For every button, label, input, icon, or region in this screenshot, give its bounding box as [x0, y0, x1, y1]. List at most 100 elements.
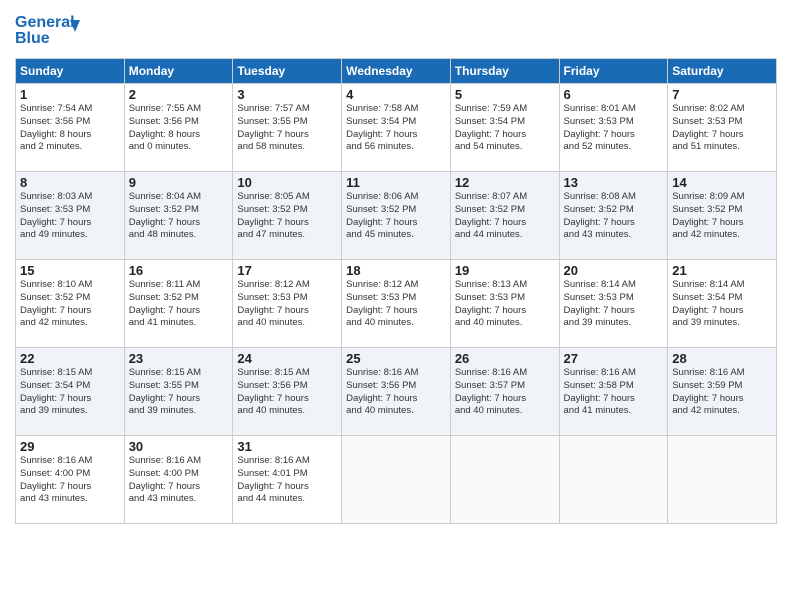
day-number: 22 [20, 351, 120, 366]
calendar-week-3: 15Sunrise: 8:10 AM Sunset: 3:52 PM Dayli… [16, 260, 777, 348]
calendar-cell: 17Sunrise: 8:12 AM Sunset: 3:53 PM Dayli… [233, 260, 342, 348]
calendar-cell: 7Sunrise: 8:02 AM Sunset: 3:53 PM Daylig… [668, 84, 777, 172]
calendar-cell: 31Sunrise: 8:16 AM Sunset: 4:01 PM Dayli… [233, 436, 342, 524]
day-info: Sunrise: 8:01 AM Sunset: 3:53 PM Dayligh… [564, 103, 664, 154]
calendar-cell: 10Sunrise: 8:05 AM Sunset: 3:52 PM Dayli… [233, 172, 342, 260]
calendar-cell: 15Sunrise: 8:10 AM Sunset: 3:52 PM Dayli… [16, 260, 125, 348]
day-info: Sunrise: 8:13 AM Sunset: 3:53 PM Dayligh… [455, 279, 555, 330]
day-number: 3 [237, 87, 337, 102]
header: GeneralBlue [15, 10, 777, 50]
calendar-cell: 18Sunrise: 8:12 AM Sunset: 3:53 PM Dayli… [342, 260, 451, 348]
calendar-cell [342, 436, 451, 524]
header-saturday: Saturday [668, 59, 777, 84]
calendar-cell [450, 436, 559, 524]
day-info: Sunrise: 8:16 AM Sunset: 4:00 PM Dayligh… [20, 455, 120, 506]
logo-icon: GeneralBlue [15, 10, 85, 50]
day-number: 20 [564, 263, 664, 278]
day-number: 4 [346, 87, 446, 102]
day-number: 28 [672, 351, 772, 366]
calendar-cell: 22Sunrise: 8:15 AM Sunset: 3:54 PM Dayli… [16, 348, 125, 436]
calendar-cell: 14Sunrise: 8:09 AM Sunset: 3:52 PM Dayli… [668, 172, 777, 260]
calendar-cell: 26Sunrise: 8:16 AM Sunset: 3:57 PM Dayli… [450, 348, 559, 436]
day-number: 18 [346, 263, 446, 278]
calendar-cell: 4Sunrise: 7:58 AM Sunset: 3:54 PM Daylig… [342, 84, 451, 172]
day-info: Sunrise: 7:59 AM Sunset: 3:54 PM Dayligh… [455, 103, 555, 154]
day-info: Sunrise: 8:12 AM Sunset: 3:53 PM Dayligh… [346, 279, 446, 330]
day-info: Sunrise: 8:15 AM Sunset: 3:54 PM Dayligh… [20, 367, 120, 418]
day-info: Sunrise: 8:14 AM Sunset: 3:53 PM Dayligh… [564, 279, 664, 330]
day-number: 25 [346, 351, 446, 366]
header-friday: Friday [559, 59, 668, 84]
calendar-cell: 9Sunrise: 8:04 AM Sunset: 3:52 PM Daylig… [124, 172, 233, 260]
day-info: Sunrise: 8:09 AM Sunset: 3:52 PM Dayligh… [672, 191, 772, 242]
day-info: Sunrise: 8:11 AM Sunset: 3:52 PM Dayligh… [129, 279, 229, 330]
calendar-cell: 3Sunrise: 7:57 AM Sunset: 3:55 PM Daylig… [233, 84, 342, 172]
calendar-cell: 13Sunrise: 8:08 AM Sunset: 3:52 PM Dayli… [559, 172, 668, 260]
day-info: Sunrise: 8:16 AM Sunset: 3:56 PM Dayligh… [346, 367, 446, 418]
calendar-cell: 16Sunrise: 8:11 AM Sunset: 3:52 PM Dayli… [124, 260, 233, 348]
calendar-cell: 27Sunrise: 8:16 AM Sunset: 3:58 PM Dayli… [559, 348, 668, 436]
calendar-cell: 28Sunrise: 8:16 AM Sunset: 3:59 PM Dayli… [668, 348, 777, 436]
svg-text:Blue: Blue [15, 30, 50, 47]
calendar-cell: 20Sunrise: 8:14 AM Sunset: 3:53 PM Dayli… [559, 260, 668, 348]
day-number: 29 [20, 439, 120, 454]
day-info: Sunrise: 8:03 AM Sunset: 3:53 PM Dayligh… [20, 191, 120, 242]
day-number: 27 [564, 351, 664, 366]
header-sunday: Sunday [16, 59, 125, 84]
day-info: Sunrise: 8:07 AM Sunset: 3:52 PM Dayligh… [455, 191, 555, 242]
day-info: Sunrise: 7:54 AM Sunset: 3:56 PM Dayligh… [20, 103, 120, 154]
day-number: 7 [672, 87, 772, 102]
day-info: Sunrise: 8:16 AM Sunset: 4:00 PM Dayligh… [129, 455, 229, 506]
calendar-cell: 23Sunrise: 8:15 AM Sunset: 3:55 PM Dayli… [124, 348, 233, 436]
day-number: 11 [346, 175, 446, 190]
header-thursday: Thursday [450, 59, 559, 84]
day-number: 12 [455, 175, 555, 190]
day-info: Sunrise: 8:16 AM Sunset: 3:58 PM Dayligh… [564, 367, 664, 418]
day-number: 5 [455, 87, 555, 102]
calendar-cell [559, 436, 668, 524]
day-number: 17 [237, 263, 337, 278]
calendar-header-row: SundayMondayTuesdayWednesdayThursdayFrid… [16, 59, 777, 84]
day-info: Sunrise: 8:05 AM Sunset: 3:52 PM Dayligh… [237, 191, 337, 242]
calendar-cell: 1Sunrise: 7:54 AM Sunset: 3:56 PM Daylig… [16, 84, 125, 172]
day-info: Sunrise: 8:12 AM Sunset: 3:53 PM Dayligh… [237, 279, 337, 330]
day-info: Sunrise: 7:58 AM Sunset: 3:54 PM Dayligh… [346, 103, 446, 154]
logo: GeneralBlue [15, 10, 85, 50]
day-number: 14 [672, 175, 772, 190]
calendar-cell: 5Sunrise: 7:59 AM Sunset: 3:54 PM Daylig… [450, 84, 559, 172]
day-info: Sunrise: 8:16 AM Sunset: 4:01 PM Dayligh… [237, 455, 337, 506]
calendar-table: SundayMondayTuesdayWednesdayThursdayFrid… [15, 58, 777, 524]
day-number: 1 [20, 87, 120, 102]
day-info: Sunrise: 8:04 AM Sunset: 3:52 PM Dayligh… [129, 191, 229, 242]
day-number: 10 [237, 175, 337, 190]
day-number: 8 [20, 175, 120, 190]
day-info: Sunrise: 7:57 AM Sunset: 3:55 PM Dayligh… [237, 103, 337, 154]
day-number: 23 [129, 351, 229, 366]
calendar-week-5: 29Sunrise: 8:16 AM Sunset: 4:00 PM Dayli… [16, 436, 777, 524]
day-info: Sunrise: 8:15 AM Sunset: 3:55 PM Dayligh… [129, 367, 229, 418]
day-info: Sunrise: 8:02 AM Sunset: 3:53 PM Dayligh… [672, 103, 772, 154]
header-monday: Monday [124, 59, 233, 84]
day-number: 21 [672, 263, 772, 278]
day-number: 15 [20, 263, 120, 278]
day-info: Sunrise: 8:16 AM Sunset: 3:57 PM Dayligh… [455, 367, 555, 418]
calendar-cell: 21Sunrise: 8:14 AM Sunset: 3:54 PM Dayli… [668, 260, 777, 348]
calendar-cell: 29Sunrise: 8:16 AM Sunset: 4:00 PM Dayli… [16, 436, 125, 524]
calendar-week-4: 22Sunrise: 8:15 AM Sunset: 3:54 PM Dayli… [16, 348, 777, 436]
day-info: Sunrise: 8:10 AM Sunset: 3:52 PM Dayligh… [20, 279, 120, 330]
day-number: 24 [237, 351, 337, 366]
calendar-week-1: 1Sunrise: 7:54 AM Sunset: 3:56 PM Daylig… [16, 84, 777, 172]
day-info: Sunrise: 8:06 AM Sunset: 3:52 PM Dayligh… [346, 191, 446, 242]
calendar-cell [668, 436, 777, 524]
day-number: 16 [129, 263, 229, 278]
calendar-cell: 25Sunrise: 8:16 AM Sunset: 3:56 PM Dayli… [342, 348, 451, 436]
calendar-week-2: 8Sunrise: 8:03 AM Sunset: 3:53 PM Daylig… [16, 172, 777, 260]
svg-text:General: General [15, 14, 75, 31]
calendar-page: GeneralBlue SundayMondayTuesdayWednesday… [0, 0, 792, 612]
calendar-cell: 19Sunrise: 8:13 AM Sunset: 3:53 PM Dayli… [450, 260, 559, 348]
calendar-cell: 12Sunrise: 8:07 AM Sunset: 3:52 PM Dayli… [450, 172, 559, 260]
calendar-cell: 11Sunrise: 8:06 AM Sunset: 3:52 PM Dayli… [342, 172, 451, 260]
day-number: 30 [129, 439, 229, 454]
day-number: 2 [129, 87, 229, 102]
calendar-cell: 24Sunrise: 8:15 AM Sunset: 3:56 PM Dayli… [233, 348, 342, 436]
